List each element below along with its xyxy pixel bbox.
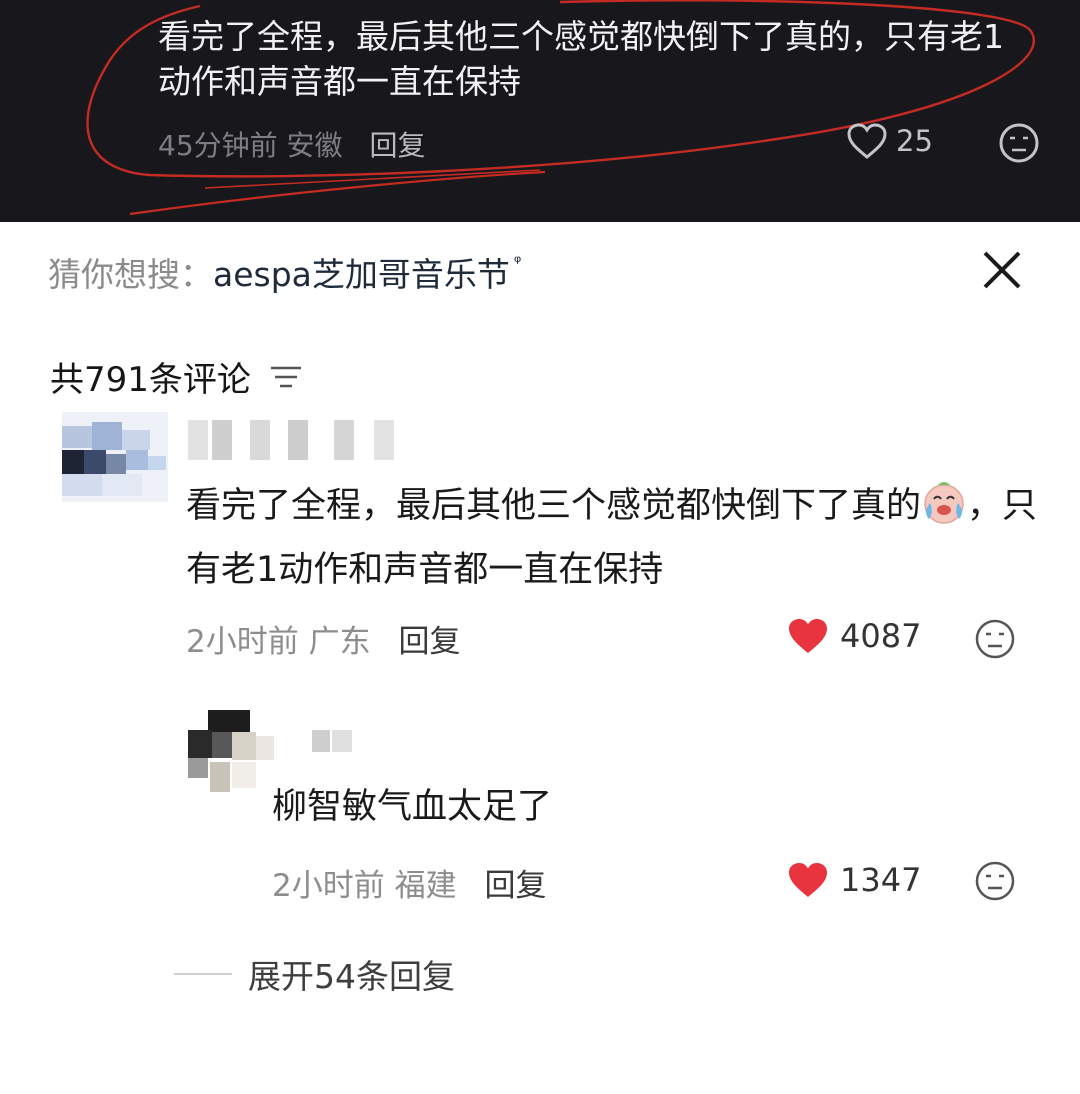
- comment-location: 广东: [308, 624, 371, 660]
- comment-meta: 2小时前 广东 回复: [186, 616, 460, 661]
- suggestion-prefix: 猜你想搜：: [48, 255, 213, 294]
- like-count: 1347: [840, 861, 922, 899]
- comment-time: 2小时前: [272, 868, 385, 904]
- like-button[interactable]: 4087: [786, 616, 921, 656]
- previous-comment-panel: 看完了全程，最后其他三个感觉都快倒下了真的，只有老1 动作和声音都一直在保持 4…: [0, 0, 1080, 222]
- comment-meta: 2小时前 福建 回复: [272, 860, 546, 905]
- dislike-face-icon[interactable]: [974, 618, 1016, 660]
- comment-time: 2小时前: [186, 624, 299, 660]
- dislike-face-icon[interactable]: [974, 860, 1016, 902]
- close-icon[interactable]: [980, 248, 1024, 292]
- divider-line: [174, 973, 232, 975]
- suggestion-term[interactable]: aespa芝加哥音乐节: [213, 248, 510, 296]
- avatar[interactable]: [62, 412, 168, 502]
- comment-time: 45分钟前: [158, 129, 278, 162]
- username-blurred[interactable]: [188, 420, 398, 462]
- comment-count-header: 共791条评论: [50, 352, 303, 401]
- filter-icon[interactable]: [269, 362, 303, 392]
- comment-location: 安徽: [286, 129, 343, 162]
- avatar[interactable]: [188, 706, 274, 796]
- heart-outline-icon: [847, 123, 887, 159]
- crying-laugh-emoji: [924, 482, 964, 524]
- previous-comment-meta: 45分钟前 安徽 回复: [158, 124, 425, 164]
- comment-count: 共791条评论: [50, 360, 251, 400]
- comments-sheet: 猜你想搜： aespa芝加哥音乐节 ᵠ 共791条评论 看完了全程，最后其他三个…: [0, 222, 1080, 1094]
- like-count: 25: [896, 124, 933, 158]
- previous-comment-text: 看完了全程，最后其他三个感觉都快倒下了真的，只有老1 动作和声音都一直在保持: [158, 17, 1004, 101]
- comment-location: 福建: [394, 868, 457, 904]
- reply-button[interactable]: 回复: [484, 868, 546, 904]
- reply-button[interactable]: 回复: [369, 129, 425, 162]
- comment-text: 看完了全程，最后其他三个感觉都快倒下了真的 ，只有老1动作和声音都一直在保持: [186, 474, 1046, 602]
- like-button[interactable]: 25: [846, 122, 933, 160]
- like-button[interactable]: 1347: [786, 860, 921, 900]
- username-blurred[interactable]: [312, 730, 356, 754]
- heart-filled-icon: [789, 619, 827, 653]
- reply-comment-text: 柳智敏气血太足了: [272, 787, 553, 827]
- search-icon: ᵠ: [513, 251, 522, 273]
- dislike-face-icon[interactable]: [998, 122, 1040, 164]
- like-count: 4087: [840, 617, 922, 655]
- search-suggestion[interactable]: 猜你想搜： aespa芝加哥音乐节 ᵠ: [48, 248, 521, 296]
- expand-replies-button[interactable]: 展开54条回复: [174, 950, 455, 998]
- heart-filled-icon: [789, 863, 827, 897]
- expand-replies-label: 展开54条回复: [248, 957, 455, 996]
- reply-button[interactable]: 回复: [398, 624, 460, 660]
